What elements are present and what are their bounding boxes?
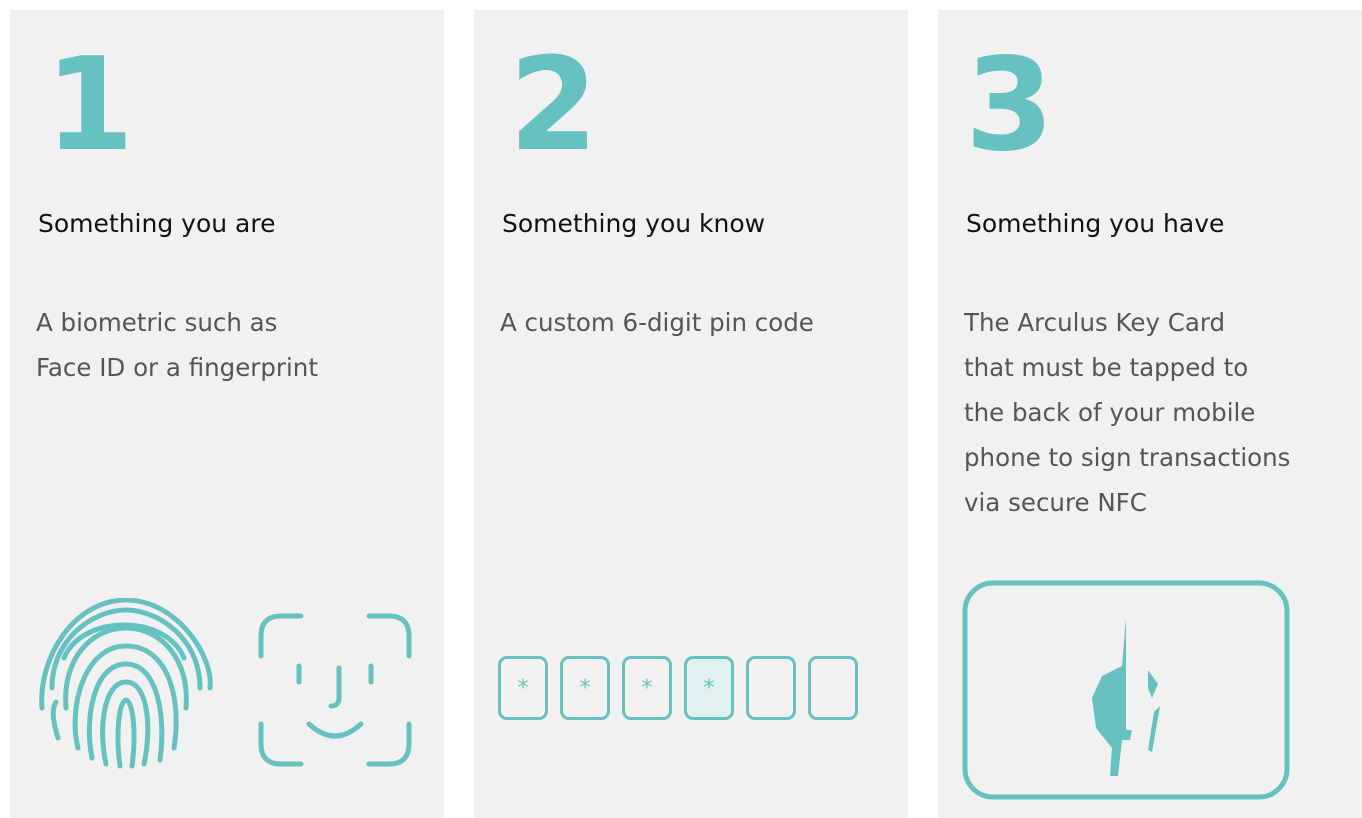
factor-card-key-card: 3 Something you have The Arculus Key Car… [938, 10, 1362, 818]
description-line: The Arculus Key Card [964, 308, 1226, 337]
face-id-icon [258, 613, 412, 767]
step-number: 3 [965, 31, 1054, 180]
card-title: Something you know [502, 209, 766, 238]
pin-digit-box[interactable]: * [560, 656, 610, 720]
factor-card-biometric: 1 Something you are A biometric such as … [10, 10, 444, 818]
pin-digit-box[interactable]: * [498, 656, 548, 720]
pin-digit-box[interactable] [808, 656, 858, 720]
pin-digit-box-active[interactable]: * [684, 656, 734, 720]
pin-digit-box[interactable] [746, 656, 796, 720]
description-line: the back of your mobile [964, 398, 1256, 427]
step-number: 2 [509, 31, 598, 180]
description-line: Face ID or a fingerprint [36, 353, 318, 382]
pin-digit-box[interactable]: * [622, 656, 672, 720]
description-line: phone to sign transactions [964, 443, 1291, 472]
card-title: Something you are [38, 209, 276, 238]
description-line: that must be tapped to [964, 353, 1249, 382]
arculus-key-card-icon [962, 580, 1290, 800]
card-title: Something you have [966, 209, 1225, 238]
card-description: A custom 6-digit pin code [500, 300, 880, 345]
description-line: via secure NFC [964, 488, 1147, 517]
pin-code-input[interactable]: * * * * [498, 656, 858, 720]
factors-row: 1 Something you are A biometric such as … [0, 0, 1362, 818]
card-description: The Arculus Key Card that must be tapped… [964, 300, 1344, 525]
factor-card-pin: 2 Something you know A custom 6-digit pi… [474, 10, 908, 818]
description-line: A biometric such as [36, 308, 278, 337]
description-line: A custom 6-digit pin code [500, 308, 814, 337]
fingerprint-icon [39, 598, 213, 769]
card-description: A biometric such as Face ID or a fingerp… [36, 300, 416, 390]
step-number: 1 [45, 31, 134, 180]
